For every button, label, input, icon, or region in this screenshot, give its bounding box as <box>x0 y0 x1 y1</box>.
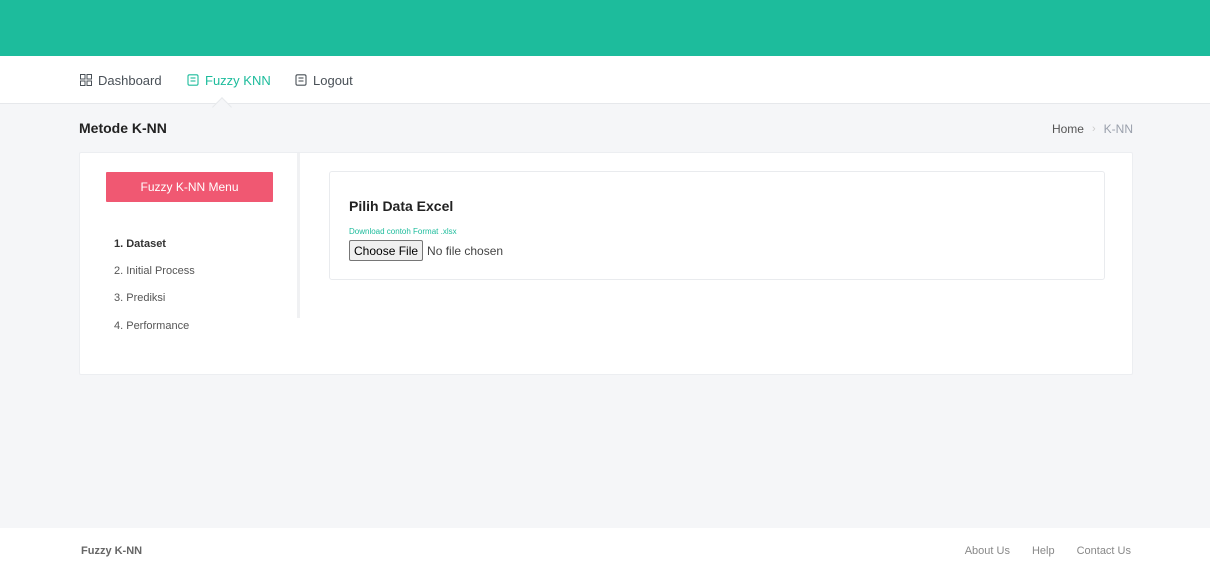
footer-links: About Us Help Contact Us <box>943 545 1131 557</box>
document-icon <box>187 74 199 86</box>
file-status-text: No file chosen <box>427 243 504 258</box>
upload-title: Pilih Data Excel <box>349 198 454 214</box>
breadcrumb-home[interactable]: Home <box>1052 122 1084 136</box>
footer-brand: Fuzzy K-NN <box>81 545 143 557</box>
nav-fuzzy-knn-label: Fuzzy KNN <box>205 72 271 88</box>
content-card: Fuzzy K-NN Menu 1. Dataset 2. Initial Pr… <box>79 152 1133 375</box>
breadcrumb-separator: › <box>1091 123 1096 135</box>
breadcrumb: Home › K-NN <box>1052 122 1133 136</box>
nav-logout[interactable]: Logout <box>295 56 353 104</box>
main-navbar: Dashboard Fuzzy KNN Logout <box>0 56 1210 104</box>
footer-link-about-us[interactable]: About Us <box>965 545 1010 557</box>
breadcrumb-current: K-NN <box>1103 122 1133 136</box>
sidebar-item-dataset[interactable]: 1. Dataset <box>114 238 166 250</box>
download-template-link[interactable]: Download contoh Format .xlsx <box>349 227 457 236</box>
grid-icon <box>80 74 92 86</box>
choose-file-button[interactable]: Choose File <box>349 240 424 261</box>
page-title: Metode K-NN <box>79 120 167 136</box>
sidebar-item-performance[interactable]: 4. Performance <box>114 320 189 332</box>
sidebar-divider <box>297 153 300 318</box>
upload-panel: Pilih Data Excel Download contoh Format … <box>329 171 1105 280</box>
footer-link-contact-us[interactable]: Contact Us <box>1077 545 1131 557</box>
file-input: Choose File No file chosen <box>349 240 503 261</box>
top-header-bar <box>0 0 1210 56</box>
document-icon <box>295 74 307 86</box>
fuzzy-knn-menu-button[interactable]: Fuzzy K-NN Menu <box>106 172 273 202</box>
sidebar-item-initial-process[interactable]: 2. Initial Process <box>114 265 195 277</box>
nav-fuzzy-knn[interactable]: Fuzzy KNN <box>187 56 271 104</box>
footer-link-help[interactable]: Help <box>1032 545 1055 557</box>
nav-dashboard-label: Dashboard <box>98 72 162 88</box>
nav-logout-label: Logout <box>313 72 353 88</box>
sidebar-item-prediksi[interactable]: 3. Prediksi <box>114 292 165 304</box>
nav-dashboard[interactable]: Dashboard <box>80 56 162 104</box>
footer: Fuzzy K-NN About Us Help Contact Us <box>0 528 1210 572</box>
